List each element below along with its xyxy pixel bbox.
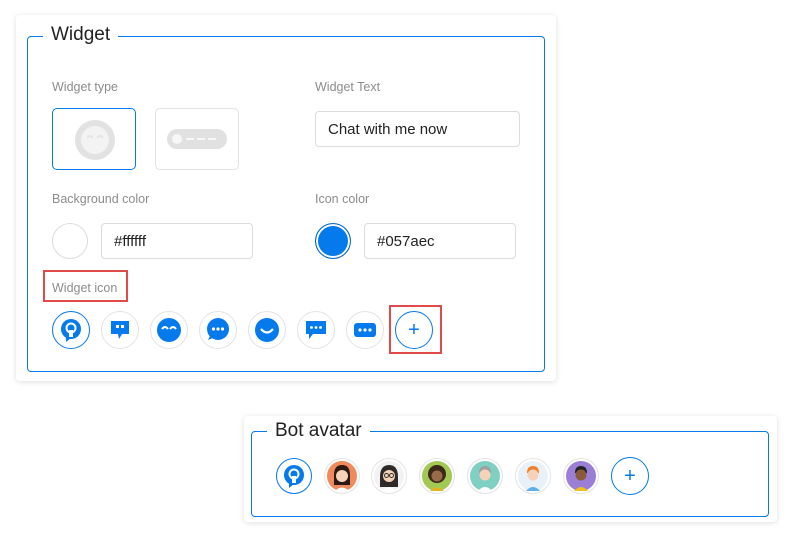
woman-glasses-avatar-icon — [374, 461, 404, 491]
message-square-icon — [306, 321, 326, 339]
background-color-input[interactable]: #ffffff — [101, 223, 253, 259]
woman-avatar-icon — [327, 461, 357, 491]
widget-legend: Widget — [43, 23, 119, 47]
icon-color-label: Icon color — [315, 192, 370, 206]
widget-icon-option-3[interactable] — [150, 311, 188, 349]
man-gray-avatar-icon — [470, 461, 500, 491]
widget-type-label: Widget type — [52, 80, 119, 94]
widget-icon-option-7[interactable] — [346, 311, 384, 349]
dots-rect-icon — [354, 323, 376, 337]
background-color-label: Background color — [52, 192, 150, 206]
widget-icon-option-2[interactable] — [101, 311, 139, 349]
bot-avatar-option-1[interactable] — [276, 458, 312, 494]
add-bot-avatar-button[interactable]: + — [611, 457, 649, 495]
bot-avatar-option-3[interactable] — [371, 458, 407, 494]
widget-icon-option-4[interactable] — [199, 311, 237, 349]
man-dark-avatar-icon — [566, 461, 596, 491]
widget-type-bubble-option[interactable] — [52, 108, 136, 170]
bubble-preview-icon — [75, 120, 115, 160]
widget-icon-option-1[interactable] — [52, 311, 90, 349]
widget-type-bar-option[interactable] — [155, 108, 239, 170]
add-widget-icon-button[interactable]: + — [395, 311, 433, 349]
smile-icon — [255, 318, 279, 342]
bot-avatar-option-7[interactable] — [563, 458, 599, 494]
icon-color-input[interactable]: #057aec — [364, 223, 516, 259]
bar-preview-icon — [167, 129, 227, 149]
widget-text-label: Widget Text — [315, 80, 381, 94]
bot-bubble-avatar-icon — [284, 465, 304, 488]
widget-icon-label: Widget icon — [52, 281, 118, 295]
bot-avatar-option-4[interactable] — [419, 458, 455, 494]
dots-bubble-icon — [207, 318, 229, 340]
woman-curly-avatar-icon — [422, 461, 452, 491]
speech-bubble-icon — [61, 319, 81, 342]
bot-avatar-option-6[interactable] — [515, 458, 551, 494]
bot-avatar-legend: Bot avatar — [267, 419, 370, 443]
bot-avatar-option-2[interactable] — [324, 458, 360, 494]
man-orange-avatar-icon — [518, 461, 548, 491]
chat-square-icon — [111, 321, 129, 339]
smile-face-icon — [157, 318, 181, 342]
background-color-swatch[interactable] — [52, 223, 88, 259]
widget-icon-option-5[interactable] — [248, 311, 286, 349]
bot-avatar-option-5[interactable] — [467, 458, 503, 494]
widget-text-input[interactable]: Chat with me now — [315, 111, 520, 147]
widget-icon-option-6[interactable] — [297, 311, 335, 349]
bot-avatar-card: Bot avatar + — [244, 416, 777, 522]
icon-color-swatch[interactable] — [315, 223, 351, 259]
widget-card: Widget Widget type Widget Text Chat with… — [16, 15, 556, 381]
